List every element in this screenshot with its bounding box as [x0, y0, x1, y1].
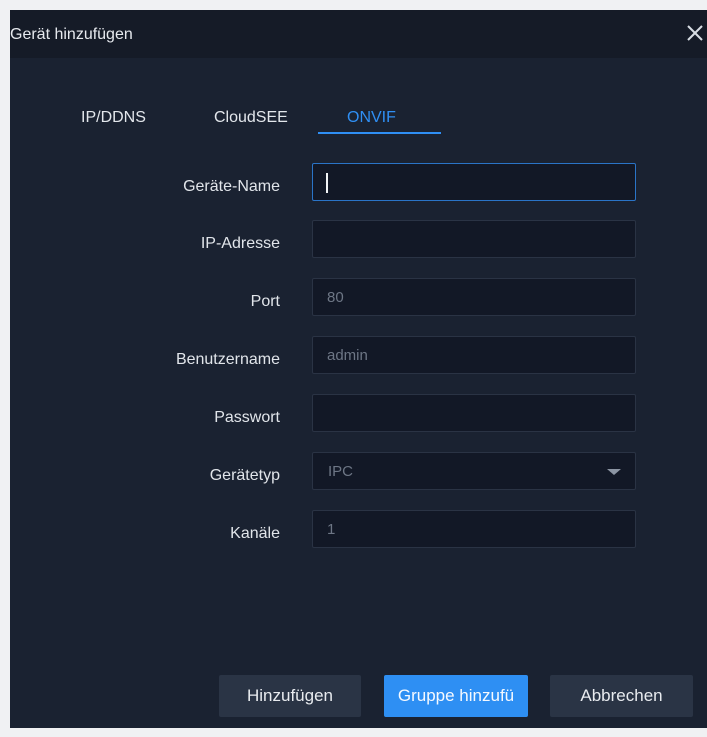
- port-input[interactable]: [312, 278, 636, 316]
- tab-ip-ddns[interactable]: IP/DDNS: [81, 107, 146, 139]
- device-type-label: Gerätetyp: [209, 467, 280, 484]
- username-label: Benutzername: [175, 351, 280, 368]
- password-field[interactable]: [313, 395, 635, 431]
- add-button[interactable]: Hinzufügen: [219, 675, 361, 717]
- channels-input[interactable]: [312, 510, 636, 548]
- username-input[interactable]: [312, 336, 636, 374]
- device-type-select[interactable]: IPC: [312, 452, 636, 490]
- username-field[interactable]: [313, 337, 635, 373]
- ip-address-input[interactable]: [312, 220, 636, 258]
- password-label: Passwort: [214, 409, 280, 426]
- port-field[interactable]: [313, 279, 635, 315]
- ip-address-label: IP-Adresse: [200, 235, 280, 252]
- text-caret: [326, 173, 328, 193]
- tab-cloudsee[interactable]: CloudSEE: [214, 107, 288, 139]
- tab-bar: IP/DDNS CloudSEE ONVIF: [10, 107, 707, 141]
- title-bar: Gerät hinzufügen: [10, 10, 707, 58]
- chevron-down-icon[interactable]: [607, 469, 621, 475]
- channels-field[interactable]: [313, 511, 635, 547]
- port-label: Port: [250, 293, 280, 310]
- device-type-value: IPC: [328, 463, 354, 480]
- close-icon[interactable]: [683, 21, 707, 45]
- dialog-title: Gerät hinzufügen: [10, 26, 133, 43]
- channels-label: Kanäle: [230, 525, 280, 542]
- device-name-label: Geräte-Name: [183, 178, 280, 195]
- cancel-button[interactable]: Abbrechen: [550, 675, 693, 717]
- add-group-button[interactable]: Gruppe hinzufü: [384, 675, 528, 717]
- ip-address-field[interactable]: [313, 221, 635, 257]
- password-input[interactable]: [312, 394, 636, 432]
- active-tab-indicator: [318, 132, 441, 134]
- device-name-input[interactable]: [312, 163, 636, 201]
- tab-onvif[interactable]: ONVIF: [347, 107, 396, 139]
- add-device-dialog: Gerät hinzufügen IP/DDNS CloudSEE ONVIF …: [10, 10, 707, 728]
- device-name-field[interactable]: [313, 164, 635, 200]
